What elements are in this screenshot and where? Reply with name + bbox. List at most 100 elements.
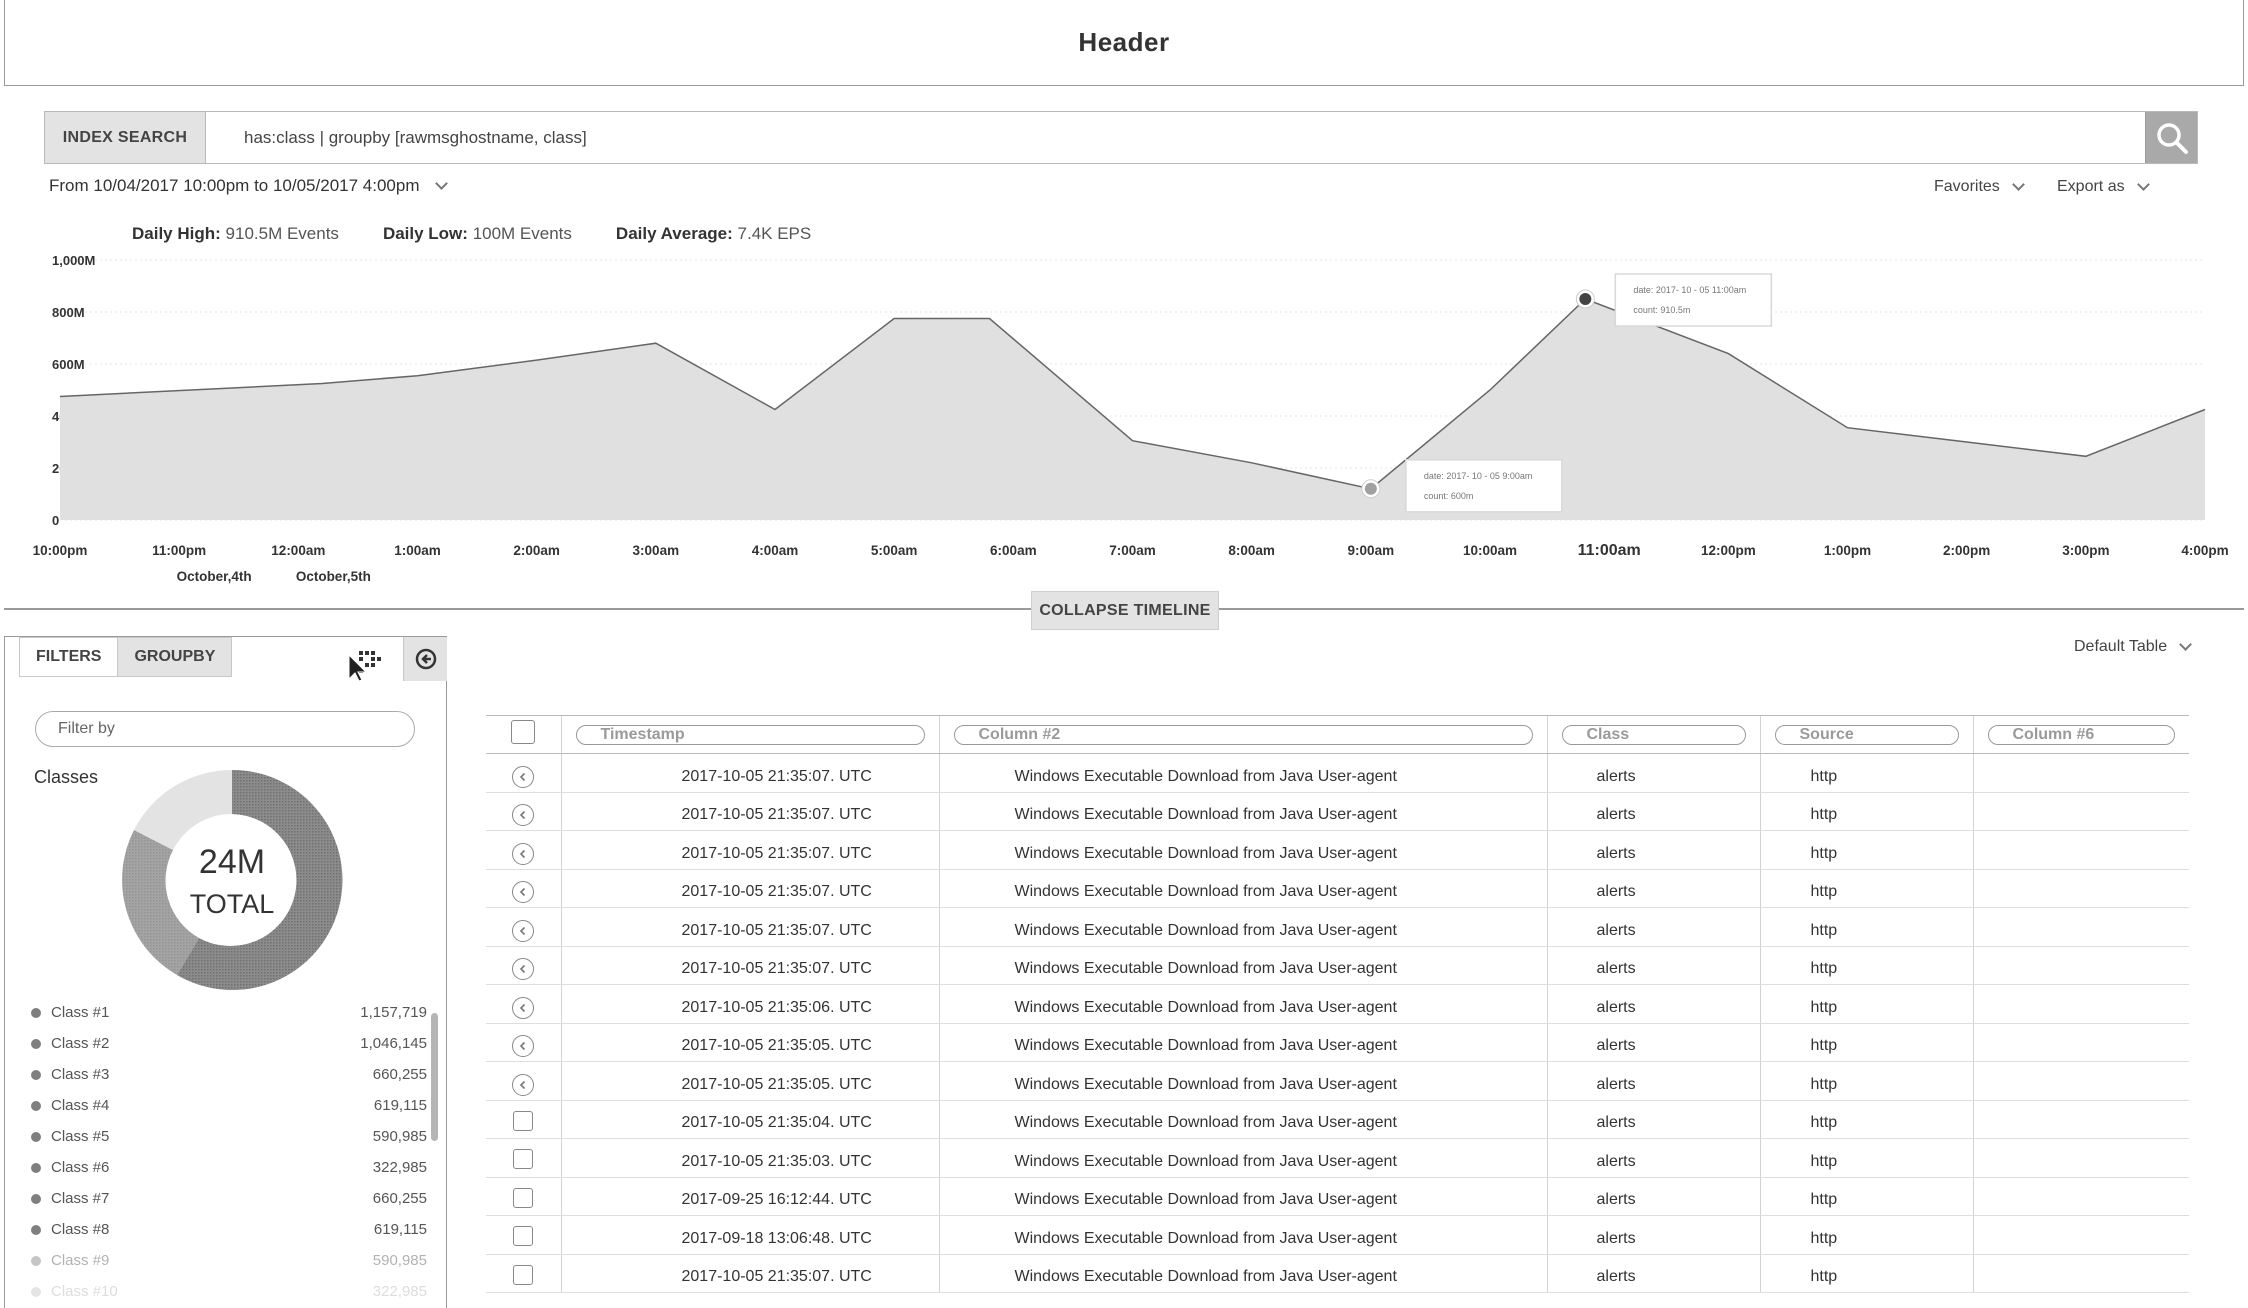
expand-row-button[interactable] (512, 958, 535, 981)
date-range-dropdown[interactable]: From 10/04/2017 10:00pm to 10/05/2017 4:… (49, 176, 449, 196)
x-tick-label: 8:00am (1228, 543, 1275, 558)
table-row[interactable]: 2017-10-05 21:35:07. UTC Windows Executab… (486, 1254, 2189, 1293)
cell-source: http (1759, 1061, 1973, 1101)
row-checkbox[interactable] (513, 1187, 534, 1208)
column-header-6[interactable]: Column #6 (1972, 715, 2189, 754)
chevron-left-icon (520, 849, 526, 858)
cell-timestamp: 2017-09-25 16:12:44. UTC (560, 1177, 939, 1216)
row-checkbox[interactable] (513, 1264, 534, 1285)
column-header-class[interactable]: Class (1546, 715, 1760, 754)
table-row[interactable]: 2017-10-05 21:35:03. UTC Windows Executab… (486, 1138, 2189, 1178)
cell-timestamp: 2017-10-05 21:35:07. UTC (560, 830, 939, 870)
table-row[interactable]: 2017-09-25 16:12:44. UTC Windows Executab… (486, 1177, 2189, 1216)
grid-select-icon[interactable] (345, 643, 385, 683)
column-header-timestamp[interactable]: Timestamp (560, 715, 939, 754)
row-checkbox[interactable] (513, 1226, 534, 1247)
table-view-label: Default Table (2074, 638, 2168, 655)
class-list-item[interactable]: Class #7 660,255 (31, 1183, 427, 1214)
favorites-dropdown[interactable]: Favorites (1934, 178, 2025, 196)
page-header: Header (4, 0, 2244, 86)
expand-row-button[interactable] (512, 919, 535, 942)
table-row[interactable]: 2017-10-05 21:35:07. UTC Windows Executab… (486, 907, 2189, 947)
tab-filters[interactable]: FILTERS (19, 637, 118, 677)
expand-row-button[interactable] (512, 1073, 535, 1096)
table-row[interactable]: 2017-10-05 21:35:05. UTC Windows Executab… (486, 1061, 2189, 1101)
chevron-left-icon (520, 811, 526, 820)
export-dropdown[interactable]: Export as (2057, 178, 2150, 196)
cell-column-6 (1972, 1100, 2189, 1139)
table-row[interactable]: 2017-10-05 21:35:04. UTC Windows Executab… (486, 1100, 2189, 1139)
timeline-chart-svg: 1,000M800M600M400M200M010:00pm11:00pm12:… (33, 253, 2229, 584)
classes-donut-chart[interactable]: 24M TOTAL (117, 765, 347, 995)
row-control-cell (486, 946, 561, 985)
class-list-item[interactable]: Class #5 590,985 (31, 1121, 427, 1152)
expand-row-button[interactable] (512, 1035, 535, 1058)
table-view-dropdown[interactable]: Default Table (2074, 638, 2192, 656)
cell-column-6 (1972, 753, 2189, 793)
cell-column-6 (1972, 946, 2189, 985)
cell-column-2: Windows Executable Download from Java Us… (938, 984, 1547, 1024)
cell-source: http (1759, 1100, 1973, 1139)
class-list-item[interactable]: Class #2 1,046,145 (31, 1028, 427, 1059)
collapse-panel-button[interactable] (403, 637, 447, 681)
cell-column-2: Windows Executable Download from Java Us… (938, 830, 1547, 870)
table-row[interactable]: 2017-10-05 21:35:07. UTC Windows Executab… (486, 753, 2189, 793)
expand-row-button[interactable] (512, 804, 535, 827)
expand-row-button[interactable] (512, 765, 535, 788)
x-tick-label: 11:00am (1578, 542, 1641, 559)
column-header-2[interactable]: Column #2 (938, 715, 1547, 754)
table-row[interactable]: 2017-10-05 21:35:05. UTC Windows Executab… (486, 1023, 2189, 1062)
table-row[interactable]: 2017-10-05 21:35:07. UTC Windows Executab… (486, 830, 2189, 870)
expand-row-button[interactable] (512, 881, 535, 904)
donut-total-label: TOTAL (190, 889, 275, 919)
cell-source: http (1759, 984, 1973, 1024)
class-list-scrollbar[interactable] (431, 1013, 438, 1141)
cell-timestamp: 2017-10-05 21:35:03. UTC (560, 1138, 939, 1178)
expand-row-button[interactable] (512, 996, 535, 1019)
collapse-timeline-button[interactable]: COLLAPSE TIMELINE (1031, 591, 1219, 630)
x-tick-label: 11:00pm (152, 543, 206, 558)
expand-row-button[interactable] (512, 842, 535, 865)
table-row[interactable]: 2017-09-18 13:06:48. UTC Windows Executab… (486, 1215, 2189, 1255)
column-header-source[interactable]: Source (1759, 715, 1973, 754)
class-list-item[interactable]: Class #6 322,985 (31, 1152, 427, 1183)
x-tick-label: 4:00pm (2181, 543, 2228, 558)
select-all-checkbox[interactable] (511, 720, 536, 744)
class-count: 660,255 (372, 1066, 427, 1083)
table-row[interactable]: 2017-10-05 21:35:07. UTC Windows Executab… (486, 869, 2189, 908)
class-list-item[interactable]: Class #1 1,157,719 (31, 997, 427, 1028)
class-list-item[interactable]: Class #9 590,985 (31, 1245, 427, 1276)
class-list-item[interactable]: Class #8 619,115 (31, 1214, 427, 1245)
search-button[interactable] (2145, 112, 2197, 163)
row-checkbox[interactable] (513, 1149, 534, 1170)
cell-column-2: Windows Executable Download from Java Us… (938, 1061, 1547, 1101)
filter-input[interactable] (35, 711, 415, 747)
cell-class: alerts (1546, 869, 1760, 908)
tooltip-count: count: 910.5m (1633, 305, 1690, 315)
table-row[interactable]: 2017-10-05 21:35:06. UTC Windows Executab… (486, 984, 2189, 1024)
cell-timestamp: 2017-10-05 21:35:05. UTC (560, 1023, 939, 1062)
date-label: October,4th (177, 569, 252, 584)
cell-class: alerts (1546, 1023, 1760, 1062)
row-control-cell (486, 869, 561, 908)
class-list-item[interactable]: Class #4 619,115 (31, 1090, 427, 1121)
chevron-left-icon (520, 1080, 526, 1089)
cell-timestamp: 2017-10-05 21:35:07. UTC (560, 1254, 939, 1293)
class-list-item[interactable]: Class #10 322,985 (31, 1276, 427, 1307)
tooltip-date: date: 2017- 10 - 05 9:00am (1424, 471, 1533, 481)
cell-source: http (1759, 792, 1973, 831)
cell-timestamp: 2017-10-05 21:35:07. UTC (560, 907, 939, 947)
table-row[interactable]: 2017-10-05 21:35:07. UTC Windows Executab… (486, 792, 2189, 831)
timeline-chart[interactable]: 1,000M800M600M400M200M010:00pm11:00pm12:… (0, 250, 2248, 590)
x-tick-label: 9:00am (1348, 543, 1395, 558)
class-list-item[interactable]: Class #3 660,255 (31, 1059, 427, 1090)
x-tick-label: 10:00am (1463, 543, 1517, 558)
x-tick-label: 2:00pm (1943, 543, 1990, 558)
table-row[interactable]: 2017-10-05 21:35:07. UTC Windows Executab… (486, 946, 2189, 985)
cell-timestamp: 2017-10-05 21:35:06. UTC (560, 984, 939, 1024)
x-tick-label: 1:00am (394, 543, 441, 558)
row-checkbox[interactable] (513, 1110, 534, 1131)
search-input[interactable] (206, 112, 2145, 163)
tab-groupby[interactable]: GROUPBY (117, 637, 233, 677)
class-count: 590,985 (372, 1252, 427, 1269)
